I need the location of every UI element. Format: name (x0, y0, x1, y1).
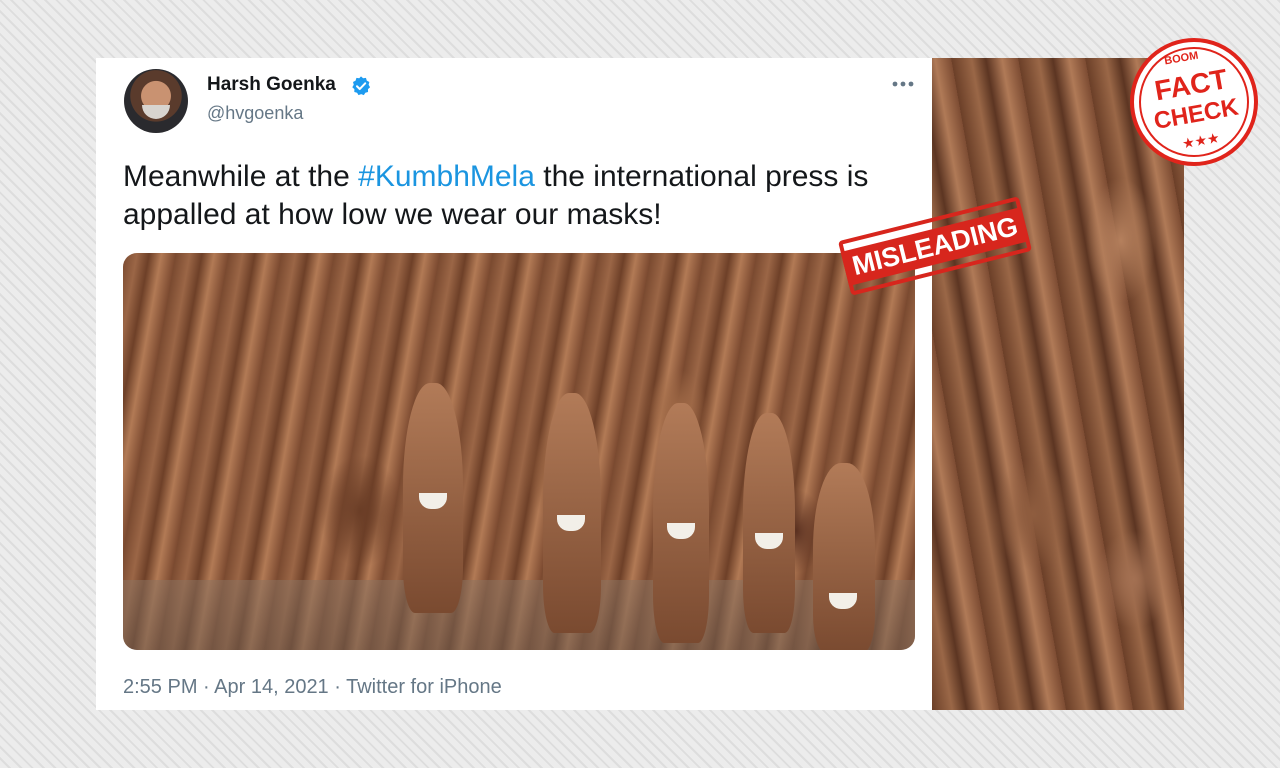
tweet-timestamp[interactable]: 2:55 PM · Apr 14, 2021 · Twitter for iPh… (123, 676, 502, 699)
avatar[interactable] (124, 69, 188, 133)
photo-ground (123, 580, 915, 650)
hashtag-link[interactable]: #KumbhMela (358, 160, 535, 193)
more-options-icon[interactable] (890, 74, 916, 94)
photo-figure (743, 413, 795, 633)
author-name[interactable]: Harsh Goenka (207, 74, 336, 96)
verified-badge-icon (352, 76, 371, 96)
tweet-text: Meanwhile at the #KumbhMela the internat… (123, 158, 913, 234)
tweet-card: Harsh Goenka @hvgoenka Meanwhile at the … (96, 58, 932, 710)
tweet-photo[interactable] (123, 253, 915, 650)
author-handle[interactable]: @hvgoenka (207, 103, 303, 124)
fact-check-badge: BOOM FACT CHECK ★★★ (1130, 38, 1258, 166)
photo-figure (543, 393, 601, 633)
tweet-text-before: Meanwhile at the (123, 160, 359, 193)
photo-figure (813, 463, 875, 650)
avatar-beard (142, 105, 170, 119)
